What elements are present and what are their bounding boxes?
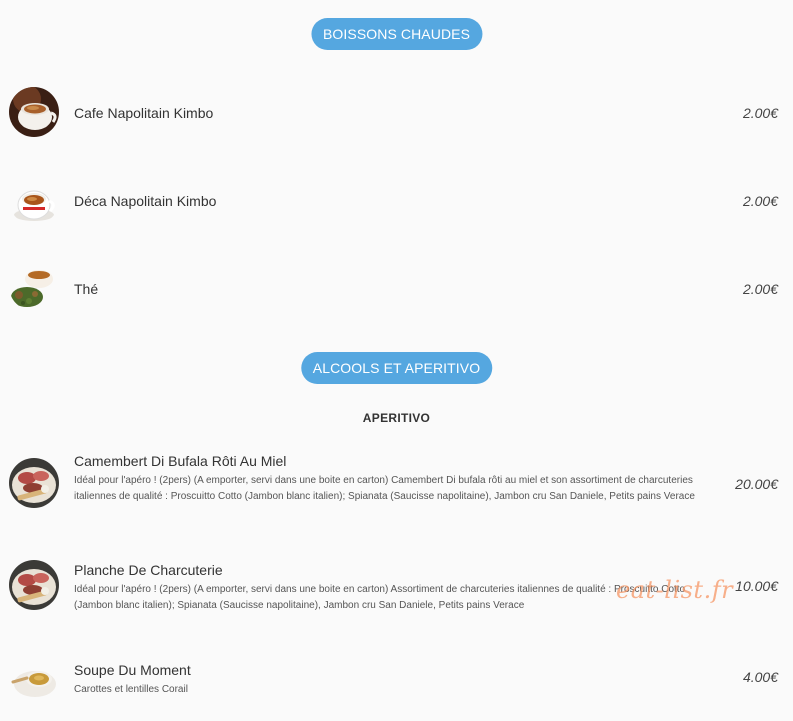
tea-cup-icon xyxy=(9,261,59,311)
menu-item[interactable]: Déca Napolitain Kimbo 2.00€ xyxy=(0,173,793,225)
watermark: eat-list.fr xyxy=(616,576,734,604)
charcuterie-plate-icon xyxy=(9,560,59,610)
item-price: 2.00€ xyxy=(742,193,778,209)
item-name: Déca Napolitain Kimbo xyxy=(74,193,217,209)
soup-bowl-icon xyxy=(9,652,59,702)
menu-page: BOISSONS CHAUDES Cafe Napolitain Kimbo 2… xyxy=(0,0,793,721)
section-title-boissons-chaudes: BOISSONS CHAUDES xyxy=(310,18,483,50)
espresso-cup-icon xyxy=(9,175,59,225)
item-price: 2.00€ xyxy=(742,281,778,297)
item-name: Planche De Charcuterie xyxy=(74,562,223,578)
menu-item[interactable]: Cafe Napolitain Kimbo 2.00€ xyxy=(0,86,793,138)
menu-item[interactable]: Camembert Di Bufala Rôti Au Miel Idéal p… xyxy=(0,450,793,522)
item-name: Camembert Di Bufala Rôti Au Miel xyxy=(74,453,287,469)
item-name: Soupe Du Moment xyxy=(74,662,191,678)
item-name: Cafe Napolitain Kimbo xyxy=(74,105,214,121)
menu-item[interactable]: Thé 2.00€ xyxy=(0,261,793,313)
item-description: Carottes et lentilles Corail xyxy=(74,684,188,695)
section-title-alcools-aperitivo: ALCOOLS ET APERITIVO xyxy=(300,352,493,384)
espresso-cup-icon xyxy=(9,87,59,137)
item-price: 2.00€ xyxy=(742,105,778,121)
item-name: Thé xyxy=(74,281,99,297)
item-description: Idéal pour l'apéro ! (2pers) (A emporter… xyxy=(74,475,695,502)
subsection-title-aperitivo: APERITIVO xyxy=(362,411,431,425)
item-price: 4.00€ xyxy=(742,669,778,685)
charcuterie-plate-icon xyxy=(9,458,59,508)
item-price: 10.00€ xyxy=(735,578,778,594)
item-price: 20.00€ xyxy=(735,476,778,492)
menu-item[interactable]: Soupe Du Moment Carottes et lentilles Co… xyxy=(0,652,793,704)
